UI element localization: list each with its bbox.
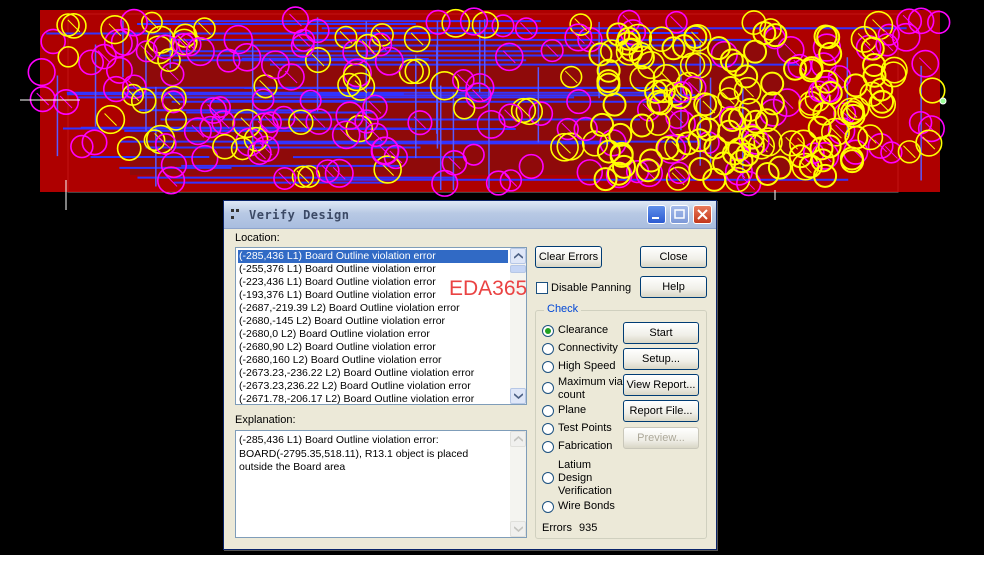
watermark-text: EDA365 (449, 277, 528, 300)
help-button[interactable]: Help (640, 276, 707, 298)
error-list-item[interactable]: (-255,376 L1) Board Outline violation er… (238, 263, 436, 276)
explanation-scrollbar (510, 431, 526, 537)
radio-maximum-via-count[interactable] (542, 382, 554, 394)
radio-latium-design-verification[interactable] (542, 472, 554, 484)
disable-panning-checkbox[interactable] (536, 282, 548, 294)
maximize-icon (674, 209, 685, 219)
maximize-button[interactable] (670, 205, 689, 224)
scroll-up-button[interactable] (510, 248, 526, 264)
radio-label-clearance[interactable]: Clearance (558, 324, 608, 337)
explanation-text: (-285,436 L1) Board Outline violation er… (239, 434, 497, 475)
radio-test-points[interactable] (542, 423, 554, 435)
close-button[interactable]: Close (640, 246, 707, 268)
explanation-line: outside the Board area (239, 461, 346, 473)
radio-wire-bonds[interactable] (542, 501, 554, 513)
error-list-item[interactable]: (-2680,0 L2) Board Outline violation err… (238, 328, 430, 341)
scroll-up-button (510, 431, 526, 447)
explanation-textarea[interactable]: (-285,436 L1) Board Outline violation er… (235, 430, 527, 538)
chevron-down-icon (514, 393, 523, 399)
radio-label-fabrication[interactable]: Fabrication (558, 440, 612, 453)
error-list-item[interactable]: (-2673.23,-236.22 L2) Board Outline viol… (238, 367, 474, 380)
radio-high-speed[interactable] (542, 361, 554, 373)
error-list-item[interactable]: (-223,436 L1) Board Outline violation er… (238, 276, 436, 289)
location-label: Location: (235, 232, 280, 244)
error-list-item[interactable]: (-285,436 L1) Board Outline violation er… (238, 250, 508, 263)
status-strip (0, 555, 984, 577)
errors-label: Errors (542, 522, 572, 534)
explanation-line: (-285,436 L1) Board Outline violation er… (239, 434, 439, 446)
close-icon (697, 209, 708, 220)
chevron-up-icon (514, 253, 523, 259)
error-list-item[interactable]: (-2680,90 L2) Board Outline violation er… (238, 341, 436, 354)
error-list-item[interactable]: (-2680,160 L2) Board Outline violation e… (238, 354, 442, 367)
radio-label-plane[interactable]: Plane (558, 404, 586, 417)
minimize-button[interactable] (647, 205, 666, 224)
radio-label-high-speed[interactable]: High Speed (558, 360, 616, 373)
error-list-item[interactable]: (-2673.23,236.22 L2) Board Outline viola… (238, 380, 471, 393)
check-group: Check Clearance Connectivity High Speed … (535, 303, 707, 539)
radio-plane[interactable] (542, 405, 554, 417)
report-file-button[interactable]: Report File... (623, 400, 699, 422)
verify-design-icon (231, 209, 239, 219)
error-list-item[interactable]: (-193,376 L1) Board Outline violation er… (238, 289, 436, 302)
radio-label-maximum-via-count[interactable]: Maximum via count (558, 376, 624, 402)
radio-label-test-points[interactable]: Test Points (558, 422, 612, 435)
errors-count: 935 (579, 522, 598, 534)
radio-fabrication[interactable] (542, 441, 554, 453)
chevron-up-icon (514, 436, 523, 442)
scroll-thumb[interactable] (510, 265, 526, 273)
clear-errors-button[interactable]: Clear Errors (535, 246, 602, 268)
error-location-list[interactable]: (-285,436 L1) Board Outline violation er… (235, 247, 527, 405)
setup-button[interactable]: Setup... (623, 348, 699, 370)
start-button[interactable]: Start (623, 322, 699, 344)
radio-label-latium-design-verification[interactable]: Latium Design Verification (558, 459, 614, 498)
scroll-down-button (510, 521, 526, 537)
chevron-down-icon (514, 526, 523, 532)
radio-connectivity[interactable] (542, 343, 554, 355)
preview-button: Preview... (623, 427, 699, 449)
verify-design-dialog: Verify Design Location: (-285,436 L1) Bo… (223, 200, 717, 550)
close-window-button[interactable] (693, 205, 712, 224)
disable-panning-label[interactable]: Disable Panning (551, 282, 631, 294)
dialog-titlebar[interactable]: Verify Design (224, 201, 716, 229)
error-list-item[interactable]: (-2680,-145 L2) Board Outline violation … (238, 315, 445, 328)
error-list-item[interactable]: (-2671.78,-206.17 L2) Board Outline viol… (238, 393, 474, 404)
radio-label-wire-bonds[interactable]: Wire Bonds (558, 500, 615, 513)
radio-clearance[interactable] (542, 325, 554, 337)
minimize-icon (652, 217, 659, 219)
origin-marker (939, 97, 947, 105)
view-report-button[interactable]: View Report... (623, 374, 699, 396)
explanation-line: BOARD(-2795.35,518.11), R13.1 object is … (239, 447, 469, 460)
radio-label-connectivity[interactable]: Connectivity (558, 342, 618, 355)
dialog-title: Verify Design (249, 208, 350, 222)
explanation-label: Explanation: (235, 414, 296, 426)
scroll-down-button[interactable] (510, 388, 526, 404)
location-list-scrollbar[interactable] (510, 248, 526, 404)
check-group-title: Check (544, 303, 582, 315)
error-list-item[interactable]: (-2687,-219.39 L2) Board Outline violati… (238, 302, 460, 315)
